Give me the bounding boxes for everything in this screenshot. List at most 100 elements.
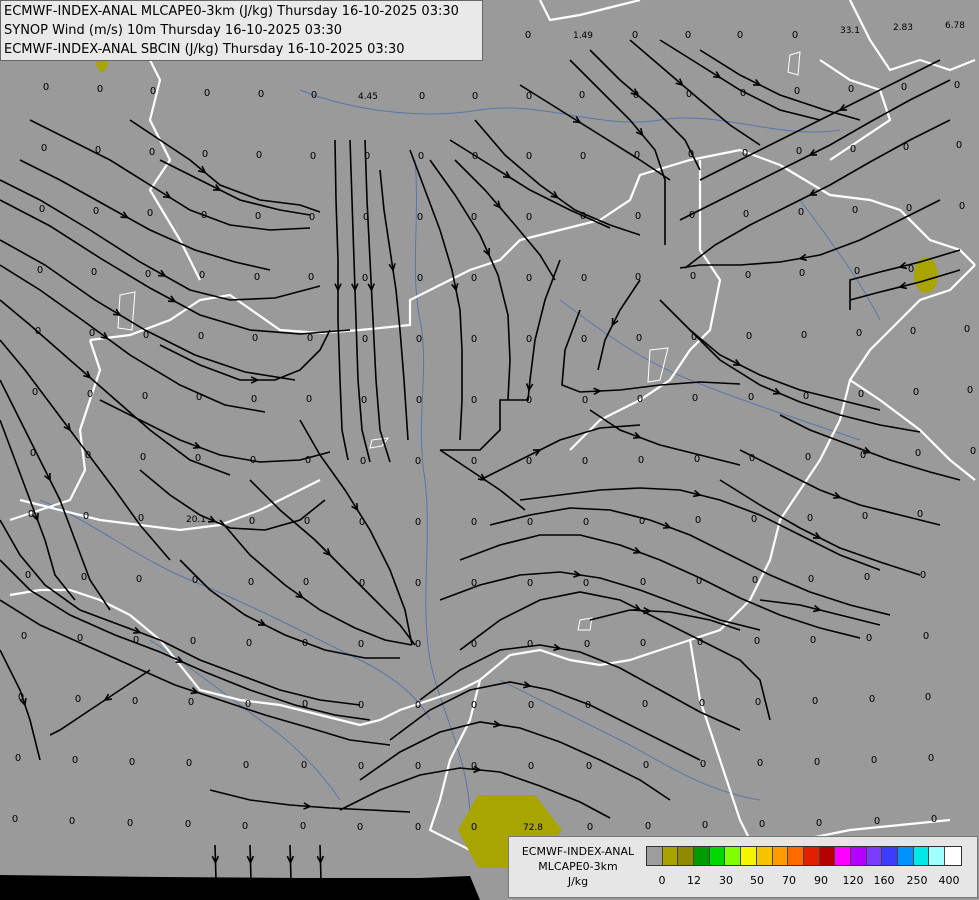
value-label: 0 — [688, 149, 694, 160]
value-label: 0 — [77, 633, 83, 644]
value-label: 0 — [145, 269, 151, 280]
value-label: 0 — [32, 387, 38, 398]
value-label: 0 — [25, 570, 31, 581]
value-label: 0 — [310, 151, 316, 162]
value-label: 0 — [186, 758, 192, 769]
legend-swatch — [850, 847, 867, 865]
value-label: 0 — [471, 822, 477, 833]
legend-swatch — [741, 847, 757, 865]
value-label: 0 — [526, 273, 532, 284]
value-label: 0 — [309, 212, 315, 223]
value-label: 0 — [801, 330, 807, 341]
value-label: 0 — [699, 698, 705, 709]
value-label: 0 — [903, 142, 909, 153]
value-label: 0 — [871, 755, 877, 766]
value-label: 0 — [757, 758, 763, 769]
legend-swatch — [709, 847, 726, 865]
value-label: 0 — [258, 89, 264, 100]
value-label: 0 — [858, 389, 864, 400]
value-label: 72.8 — [523, 823, 543, 833]
legend-swatch — [678, 847, 695, 865]
value-label: 0 — [632, 30, 638, 41]
value-label: 0 — [686, 89, 692, 100]
value-label: 0 — [81, 572, 87, 583]
value-label: 0 — [526, 334, 532, 345]
value-label: 0 — [869, 694, 875, 705]
value-label: 0 — [360, 456, 366, 467]
legend-swatch — [945, 847, 961, 865]
legend-tick-labels: 0 12 30 50 70 90 120 160 250 400 — [646, 874, 976, 888]
value-label: 0 — [586, 761, 592, 772]
value-label: 0 — [417, 212, 423, 223]
value-label: 0 — [302, 638, 308, 649]
value-label: 0 — [69, 816, 75, 827]
value-label: 0 — [127, 818, 133, 829]
value-label: 0 — [581, 273, 587, 284]
value-label: 0 — [816, 818, 822, 829]
value-label: 0 — [415, 761, 421, 772]
value-label: 0 — [415, 822, 421, 833]
map-title-box: ECMWF-INDEX-ANAL MLCAPE0-3km (J/kg) Thur… — [0, 0, 483, 61]
value-label: 0 — [848, 84, 854, 95]
value-label: 0 — [28, 509, 34, 520]
value-label: 0 — [587, 822, 593, 833]
legend-swatch — [788, 847, 804, 865]
value-label: 0 — [745, 270, 751, 281]
value-label: 0 — [689, 210, 695, 221]
value-label: 0 — [860, 450, 866, 461]
value-label: 0 — [359, 578, 365, 589]
value-label: 0 — [248, 577, 254, 588]
value-label: 0 — [931, 814, 937, 825]
value-label: 0 — [249, 516, 255, 527]
value-label: 0 — [362, 334, 368, 345]
value-label: 0 — [18, 692, 24, 703]
value-label: 0 — [305, 455, 311, 466]
value-label: 2.83 — [893, 23, 913, 33]
value-label: 0 — [906, 203, 912, 214]
value-label: 0 — [526, 212, 532, 223]
value-label: 0 — [311, 90, 317, 101]
value-label: 0 — [874, 816, 880, 827]
value-label: 0 — [39, 204, 45, 215]
value-label: 0 — [528, 700, 534, 711]
value-label: 0 — [526, 151, 532, 162]
legend-swatch — [662, 847, 679, 865]
value-label: 0 — [635, 211, 641, 222]
value-label: 0 — [41, 143, 47, 154]
value-label: 0 — [246, 638, 252, 649]
value-label: 0 — [306, 394, 312, 405]
value-label: 0 — [691, 332, 697, 343]
legend-tick: 250 — [906, 874, 928, 887]
sea-area — [0, 875, 480, 900]
value-label: 0 — [582, 395, 588, 406]
value-label: 0 — [759, 819, 765, 830]
legend-swatch — [898, 847, 914, 865]
value-label: 0 — [803, 391, 809, 402]
value-label: 0 — [308, 272, 314, 283]
value-label: 0 — [746, 331, 752, 342]
value-label: 0 — [415, 700, 421, 711]
value-label: 0 — [690, 271, 696, 282]
value-label: 0 — [415, 578, 421, 589]
value-label: 0 — [471, 395, 477, 406]
value-label: 0 — [83, 511, 89, 522]
legend-swatch — [803, 847, 820, 865]
value-label: 0 — [255, 211, 261, 222]
value-label: 0 — [697, 637, 703, 648]
value-label: 0 — [700, 759, 706, 770]
value-label: 0 — [527, 517, 533, 528]
value-label: 0 — [695, 515, 701, 526]
value-label: 0 — [740, 88, 746, 99]
value-label: 0 — [754, 636, 760, 647]
value-label: 0 — [363, 212, 369, 223]
legend-tick: 50 — [750, 874, 764, 887]
value-label: 0 — [901, 82, 907, 93]
value-label: 0 — [808, 574, 814, 585]
value-label: 0 — [810, 635, 816, 646]
title-line-wind: SYNOP Wind (m/s) 10m Thursday 16-10-2025… — [4, 23, 343, 38]
value-label: 0 — [358, 700, 364, 711]
value-label: 0 — [694, 454, 700, 465]
value-label: 0 — [583, 578, 589, 589]
value-label: 0 — [471, 456, 477, 467]
value-label: 0 — [640, 577, 646, 588]
